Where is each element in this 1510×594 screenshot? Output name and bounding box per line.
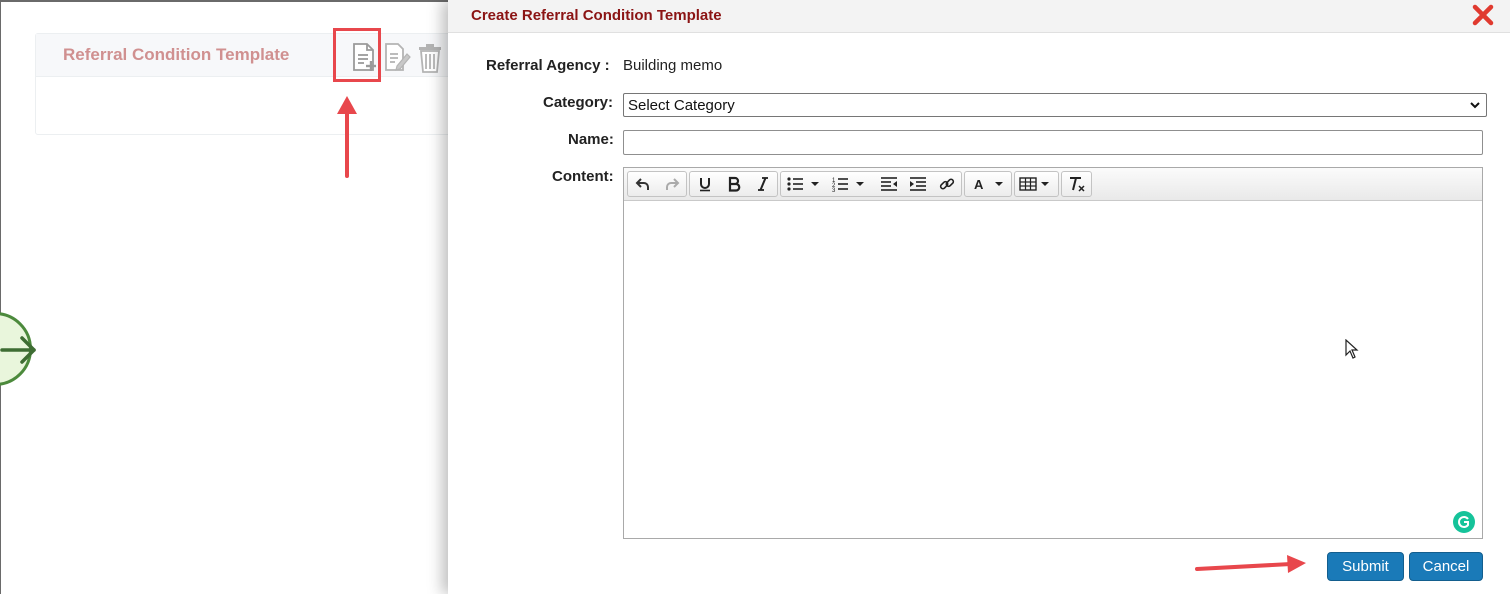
svg-text:3: 3 <box>832 188 836 192</box>
history-group <box>627 171 687 197</box>
redo-icon[interactable] <box>658 172 686 196</box>
font-color-icon[interactable]: A <box>967 172 1011 196</box>
category-label: Category: <box>543 94 614 111</box>
chevron-down-icon <box>1470 102 1480 109</box>
referral-agency-label: Referral Agency : <box>486 57 610 74</box>
editor-toolbar: 123 A <box>624 168 1482 201</box>
grammarly-icon[interactable] <box>1453 511 1475 533</box>
indent-icon[interactable] <box>904 172 932 196</box>
color-group: A <box>964 171 1012 197</box>
cancel-button[interactable]: Cancel <box>1409 552 1483 581</box>
clear-format-icon[interactable] <box>1063 172 1091 196</box>
underline-icon[interactable] <box>691 172 719 196</box>
undo-icon[interactable] <box>629 172 657 196</box>
content-label: Content: <box>552 168 614 185</box>
mouse-cursor-icon <box>1345 339 1359 359</box>
category-select[interactable]: Select Category <box>623 93 1487 117</box>
bold-icon[interactable] <box>720 172 748 196</box>
edit-document-icon[interactable] <box>383 42 413 79</box>
table-icon[interactable] <box>1016 172 1058 196</box>
create-template-modal: Create Referral Condition Template Refer… <box>448 0 1510 594</box>
numbered-list-icon[interactable]: 123 <box>829 172 873 196</box>
referral-template-panel: Referral Condition Template <box>35 33 477 135</box>
annotation-highlight-box <box>333 28 381 82</box>
page-left-border <box>0 0 1 594</box>
panel-title: Referral Condition Template <box>63 45 290 64</box>
svg-text:A: A <box>974 177 984 192</box>
format-group <box>689 171 778 197</box>
arrow-right-icon <box>0 336 36 364</box>
list-group: 123 <box>780 171 962 197</box>
submit-button[interactable]: Submit <box>1327 552 1404 581</box>
category-selected-value: Select Category <box>628 97 735 114</box>
bullet-list-icon[interactable] <box>783 172 827 196</box>
name-input[interactable] <box>623 130 1483 155</box>
annotation-arrow-right <box>1195 555 1306 573</box>
table-group <box>1014 171 1059 197</box>
clear-group <box>1061 171 1092 197</box>
modal-title: Create Referral Condition Template <box>471 7 722 24</box>
modal-header: Create Referral Condition Template <box>448 0 1510 33</box>
italic-icon[interactable] <box>749 172 777 196</box>
outdent-icon[interactable] <box>875 172 903 196</box>
link-icon[interactable] <box>933 172 961 196</box>
trash-icon[interactable] <box>416 42 444 79</box>
referral-agency-value: Building memo <box>623 57 723 74</box>
annotation-arrow-up <box>337 96 357 178</box>
close-icon[interactable] <box>1472 4 1494 26</box>
name-label: Name: <box>568 131 614 148</box>
page-top-border <box>0 0 460 2</box>
